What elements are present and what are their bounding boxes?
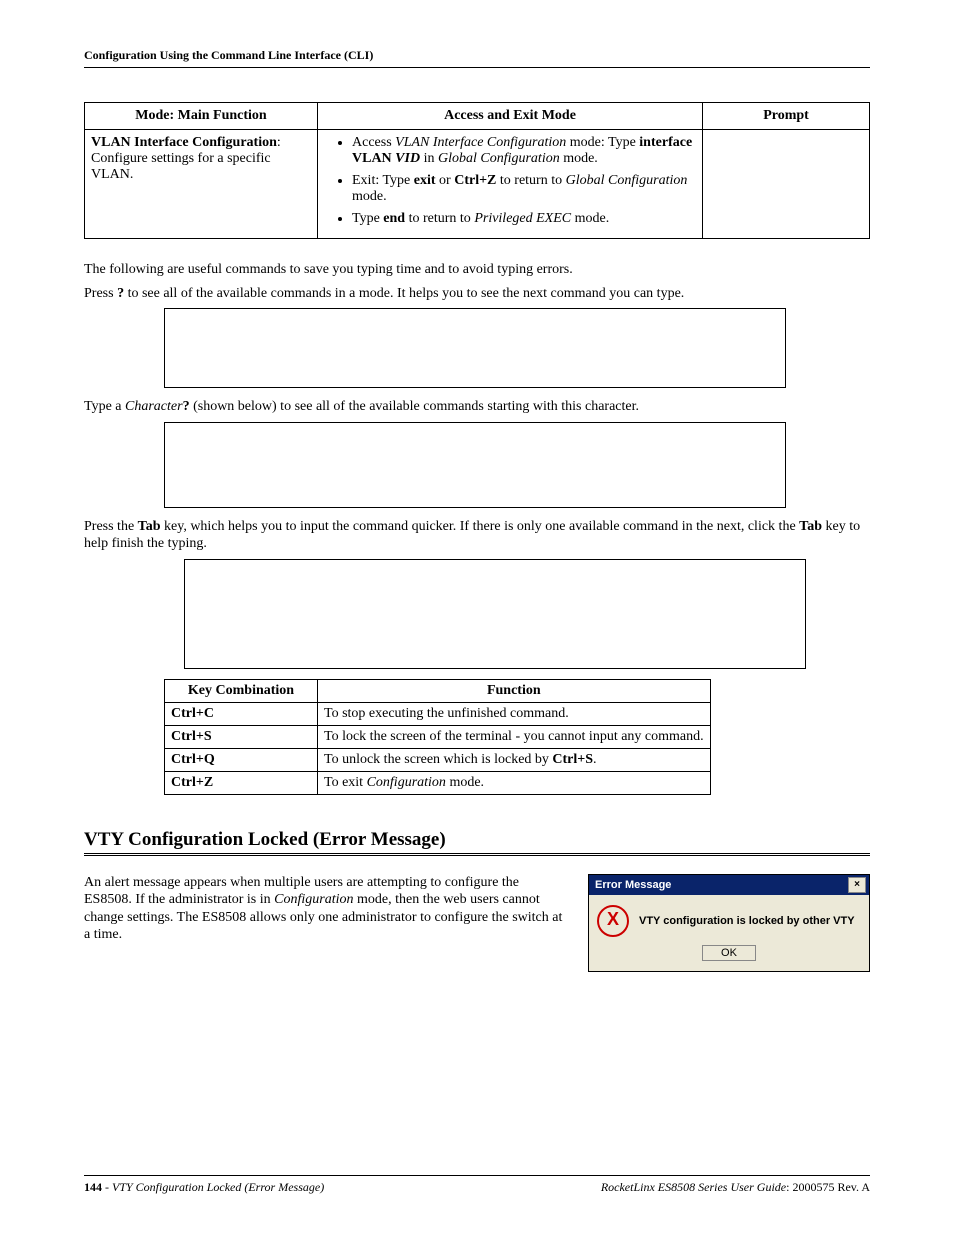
mode-table-h1: Mode: Main Function bbox=[85, 103, 318, 130]
section-title: VTY Configuration Locked (Error Message) bbox=[84, 829, 870, 851]
header-rule bbox=[84, 67, 870, 68]
mode-table-cell-access: Access VLAN Interface Configuration mode… bbox=[318, 130, 703, 239]
access-bullet-1: Access VLAN Interface Configuration mode… bbox=[352, 135, 696, 167]
intro-para: The following are useful commands to sav… bbox=[84, 261, 870, 279]
key-row-1-key: Ctrl+S bbox=[165, 725, 318, 748]
error-dialog: Error Message × X VTY configuration is l… bbox=[588, 874, 870, 972]
footer-left: 144 - VTY Configuration Locked (Error Me… bbox=[84, 1180, 324, 1195]
tab-1: Press the bbox=[84, 519, 138, 534]
char-pre: Type a bbox=[84, 399, 125, 414]
mode-name: VLAN Interface Configuration bbox=[91, 135, 277, 150]
char-bold: ? bbox=[183, 399, 190, 414]
tab-b1: Tab bbox=[138, 519, 161, 534]
key-row-0-key: Ctrl+C bbox=[165, 702, 318, 725]
key-row-0-fn: To stop executing the unfinished command… bbox=[318, 702, 711, 725]
mode-table: Mode: Main Function Access and Exit Mode… bbox=[84, 102, 870, 239]
section-rule bbox=[84, 853, 870, 856]
close-icon[interactable]: × bbox=[848, 877, 866, 893]
mode-table-cell-mode: VLAN Interface Configuration: Configure … bbox=[85, 130, 318, 239]
key-combo-table: Key Combination Function Ctrl+C To stop … bbox=[164, 679, 711, 795]
error-icon: X bbox=[597, 905, 629, 937]
example-box-2 bbox=[164, 422, 786, 508]
tab-b2: Tab bbox=[799, 519, 822, 534]
key-table-h2: Function bbox=[318, 679, 711, 702]
char-post: (shown below) to see all of the availabl… bbox=[190, 399, 639, 414]
character-para: Type a Character? (shown below) to see a… bbox=[84, 398, 870, 416]
tab-para: Press the Tab key, which helps you to in… bbox=[84, 518, 870, 553]
key-row-2-fn: To unlock the screen which is locked by … bbox=[318, 748, 711, 771]
key-row-1-fn: To lock the screen of the terminal - you… bbox=[318, 725, 711, 748]
mode-table-cell-prompt bbox=[703, 130, 870, 239]
example-box-3 bbox=[184, 559, 806, 669]
key-row-2-key: Ctrl+Q bbox=[165, 748, 318, 771]
access-bullet-3: Type end to return to Privileged EXEC mo… bbox=[352, 211, 696, 227]
dialog-title: Error Message bbox=[595, 879, 671, 891]
key-table-h1: Key Combination bbox=[165, 679, 318, 702]
mode-table-h3: Prompt bbox=[703, 103, 870, 130]
dialog-message: VTY configuration is locked by other VTY bbox=[639, 915, 855, 927]
running-head: Configuration Using the Command Line Int… bbox=[84, 48, 870, 63]
mode-table-h2: Access and Exit Mode bbox=[318, 103, 703, 130]
dialog-titlebar: Error Message × bbox=[589, 875, 869, 895]
q-pre: Press bbox=[84, 286, 117, 301]
error-paragraph: An alert message appears when multiple u… bbox=[84, 874, 564, 944]
question-mark-para: Press ? to see all of the available comm… bbox=[84, 285, 870, 303]
access-bullet-2: Exit: Type exit or Ctrl+Z to return to G… bbox=[352, 173, 696, 205]
key-row-3-fn: To exit Configuration mode. bbox=[318, 771, 711, 794]
q-bold: ? bbox=[117, 286, 124, 301]
ok-button[interactable]: OK bbox=[702, 945, 756, 961]
key-row-3-key: Ctrl+Z bbox=[165, 771, 318, 794]
footer-right: RocketLinx ES8508 Series User Guide: 200… bbox=[601, 1180, 870, 1195]
example-box-1 bbox=[164, 308, 786, 388]
q-post: to see all of the available commands in … bbox=[124, 286, 684, 301]
char-em: Character bbox=[125, 399, 183, 414]
footer-rule bbox=[84, 1175, 870, 1176]
tab-2: key, which helps you to input the comman… bbox=[161, 519, 800, 534]
